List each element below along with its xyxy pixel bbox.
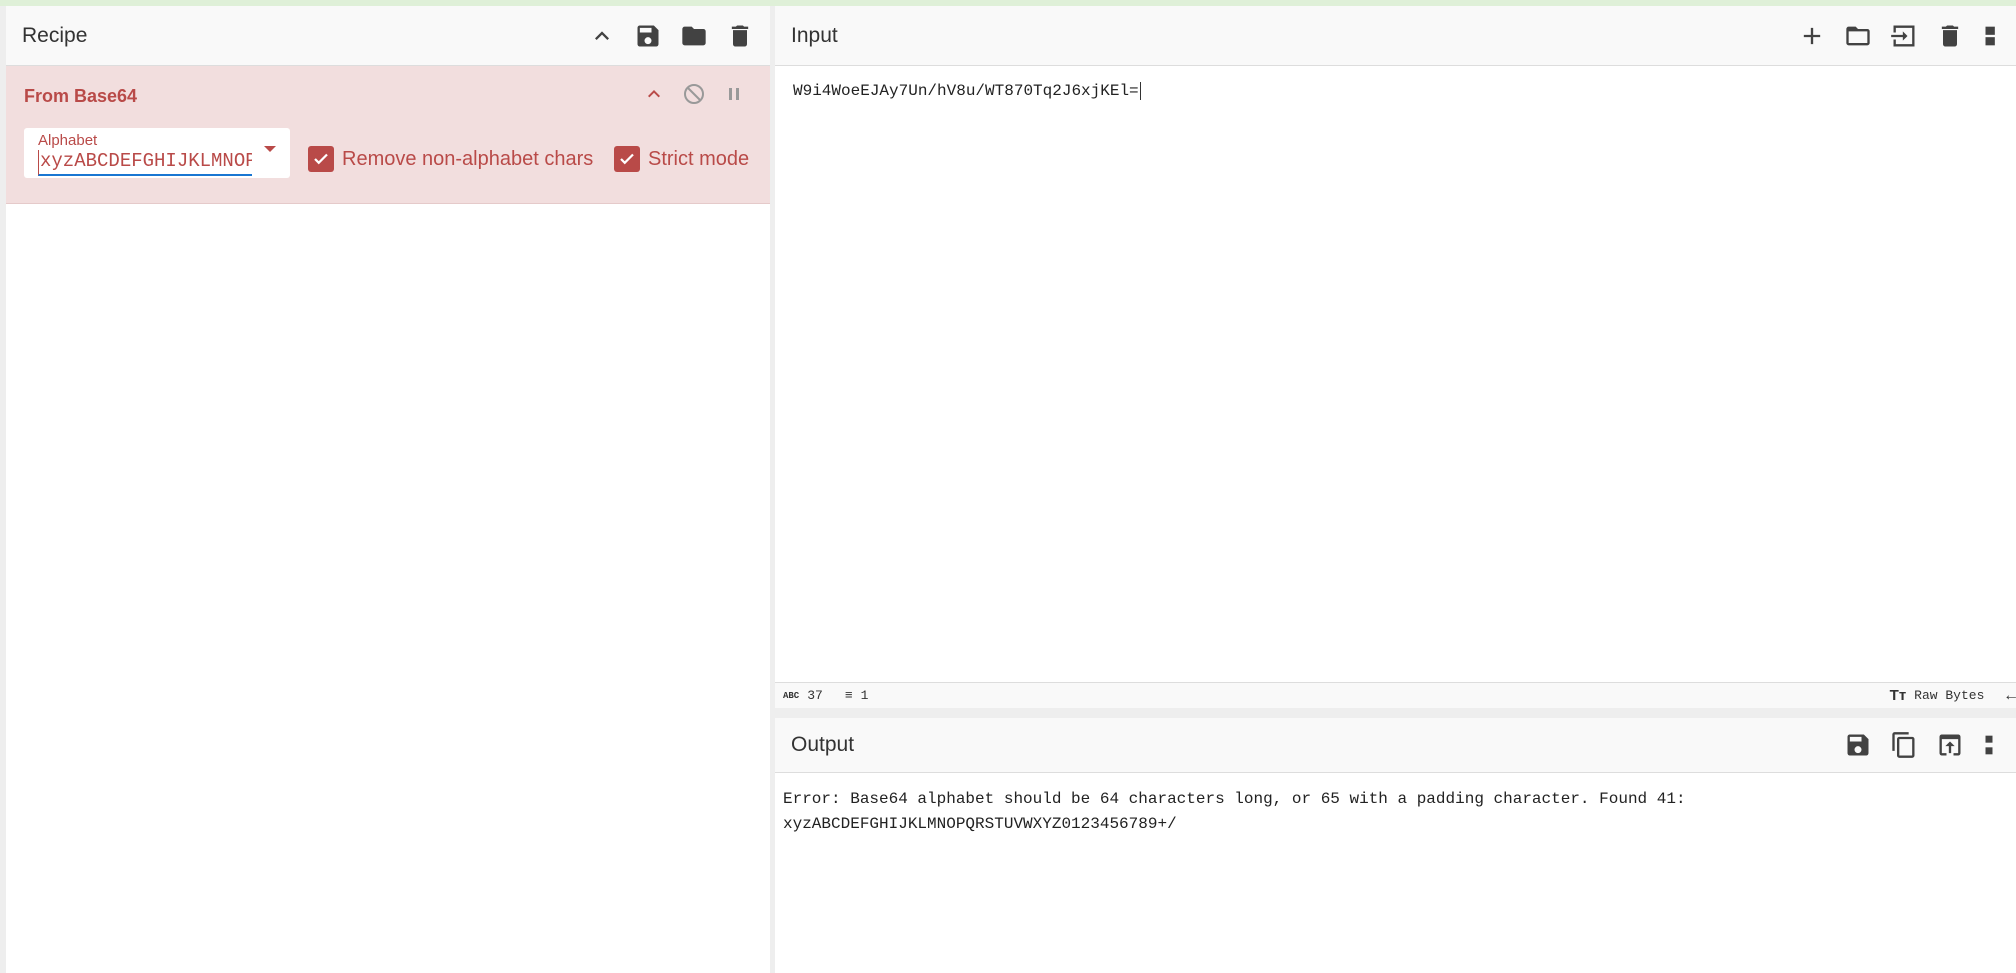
- replace-input-icon[interactable]: [1936, 731, 1964, 759]
- recipe-panel: Recipe From Base64 Alphabet xyzABCDEFGHI…: [6, 6, 770, 973]
- output-line-2: xyzABCDEFGHIJKLMNOPQRSTUVWXYZ0123456789+…: [783, 815, 1177, 833]
- chevron-up-icon[interactable]: [588, 22, 616, 50]
- line-count-icon: ≡: [844, 688, 853, 703]
- recipe-title: Recipe: [22, 23, 88, 47]
- output-text[interactable]: Error: Base64 alphabet should be 64 char…: [775, 773, 2016, 851]
- raw-bytes-button[interactable]: Raw Bytes: [1914, 688, 1984, 703]
- trash-icon[interactable]: [1936, 22, 1964, 50]
- strict-mode-checkbox[interactable]: Strict mode: [614, 146, 749, 172]
- folder-icon[interactable]: [680, 22, 708, 50]
- trash-icon[interactable]: [726, 22, 754, 50]
- alphabet-label: Alphabet: [38, 132, 98, 149]
- alphabet-select[interactable]: Alphabet xyzABCDEFGHIJKLMNOPQRSTUVWXYZ01…: [24, 128, 290, 178]
- input-panel: Input W9i4WoeEJAy7Un/hV8u/WT870Tq2J6xjKE…: [775, 6, 2016, 682]
- input-title: Input: [791, 23, 838, 47]
- strict-mode-label: Strict mode: [648, 147, 750, 170]
- save-icon[interactable]: [634, 22, 662, 50]
- output-line-1: Error: Base64 alphabet should be 64 char…: [783, 790, 1686, 808]
- recipe-header: Recipe: [6, 6, 770, 66]
- open-folder-icon[interactable]: [1844, 22, 1872, 50]
- input-status-bar: ABC 37 ≡ 1 Tт Raw Bytes ←: [775, 682, 2016, 708]
- copy-icon[interactable]: [1890, 731, 1918, 759]
- remove-non-alphabet-label: Remove non-alphabet chars: [342, 147, 594, 170]
- line-count: 1: [860, 688, 869, 703]
- save-icon[interactable]: [1844, 731, 1872, 759]
- operation-name: From Base64: [24, 86, 138, 106]
- checkbox-checked-icon[interactable]: [308, 146, 334, 172]
- maximize-icon[interactable]: [1982, 731, 2010, 759]
- layout-icon[interactable]: [1982, 22, 2010, 50]
- alphabet-input[interactable]: xyzABCDEFGHIJKLMNOPQRSTUVWXYZ0123456789+…: [38, 150, 252, 176]
- pause-icon[interactable]: [722, 82, 746, 106]
- disable-icon[interactable]: [682, 82, 706, 106]
- checkbox-checked-icon[interactable]: [614, 146, 640, 172]
- output-panel: Output Error: Base64 alphabet should be …: [775, 718, 2016, 973]
- chevron-up-icon[interactable]: [642, 82, 666, 106]
- arrow-left-icon[interactable]: ←: [2006, 687, 2016, 705]
- input-header: Input: [775, 6, 2016, 66]
- operation-from-base64[interactable]: From Base64 Alphabet xyzABCDEFGHIJKLMNOP…: [6, 66, 770, 204]
- input-textarea[interactable]: W9i4WoeEJAy7Un/hV8u/WT870Tq2J6xjKEl=: [775, 66, 2016, 116]
- char-count: 37: [807, 688, 823, 703]
- text-format-icon[interactable]: Tт: [1890, 687, 1907, 704]
- output-header: Output: [775, 718, 2016, 773]
- output-title: Output: [791, 733, 855, 756]
- input-arrow-icon[interactable]: [1890, 22, 1918, 50]
- char-count-icon: ABC: [783, 690, 800, 701]
- input-value: W9i4WoeEJAy7Un/hV8u/WT870Tq2J6xjKEl=: [793, 82, 1139, 100]
- caret-down-icon[interactable]: [264, 146, 276, 152]
- horizontal-splitter[interactable]: [775, 708, 2016, 718]
- remove-non-alphabet-checkbox[interactable]: Remove non-alphabet chars: [308, 146, 593, 172]
- plus-icon[interactable]: [1798, 22, 1826, 50]
